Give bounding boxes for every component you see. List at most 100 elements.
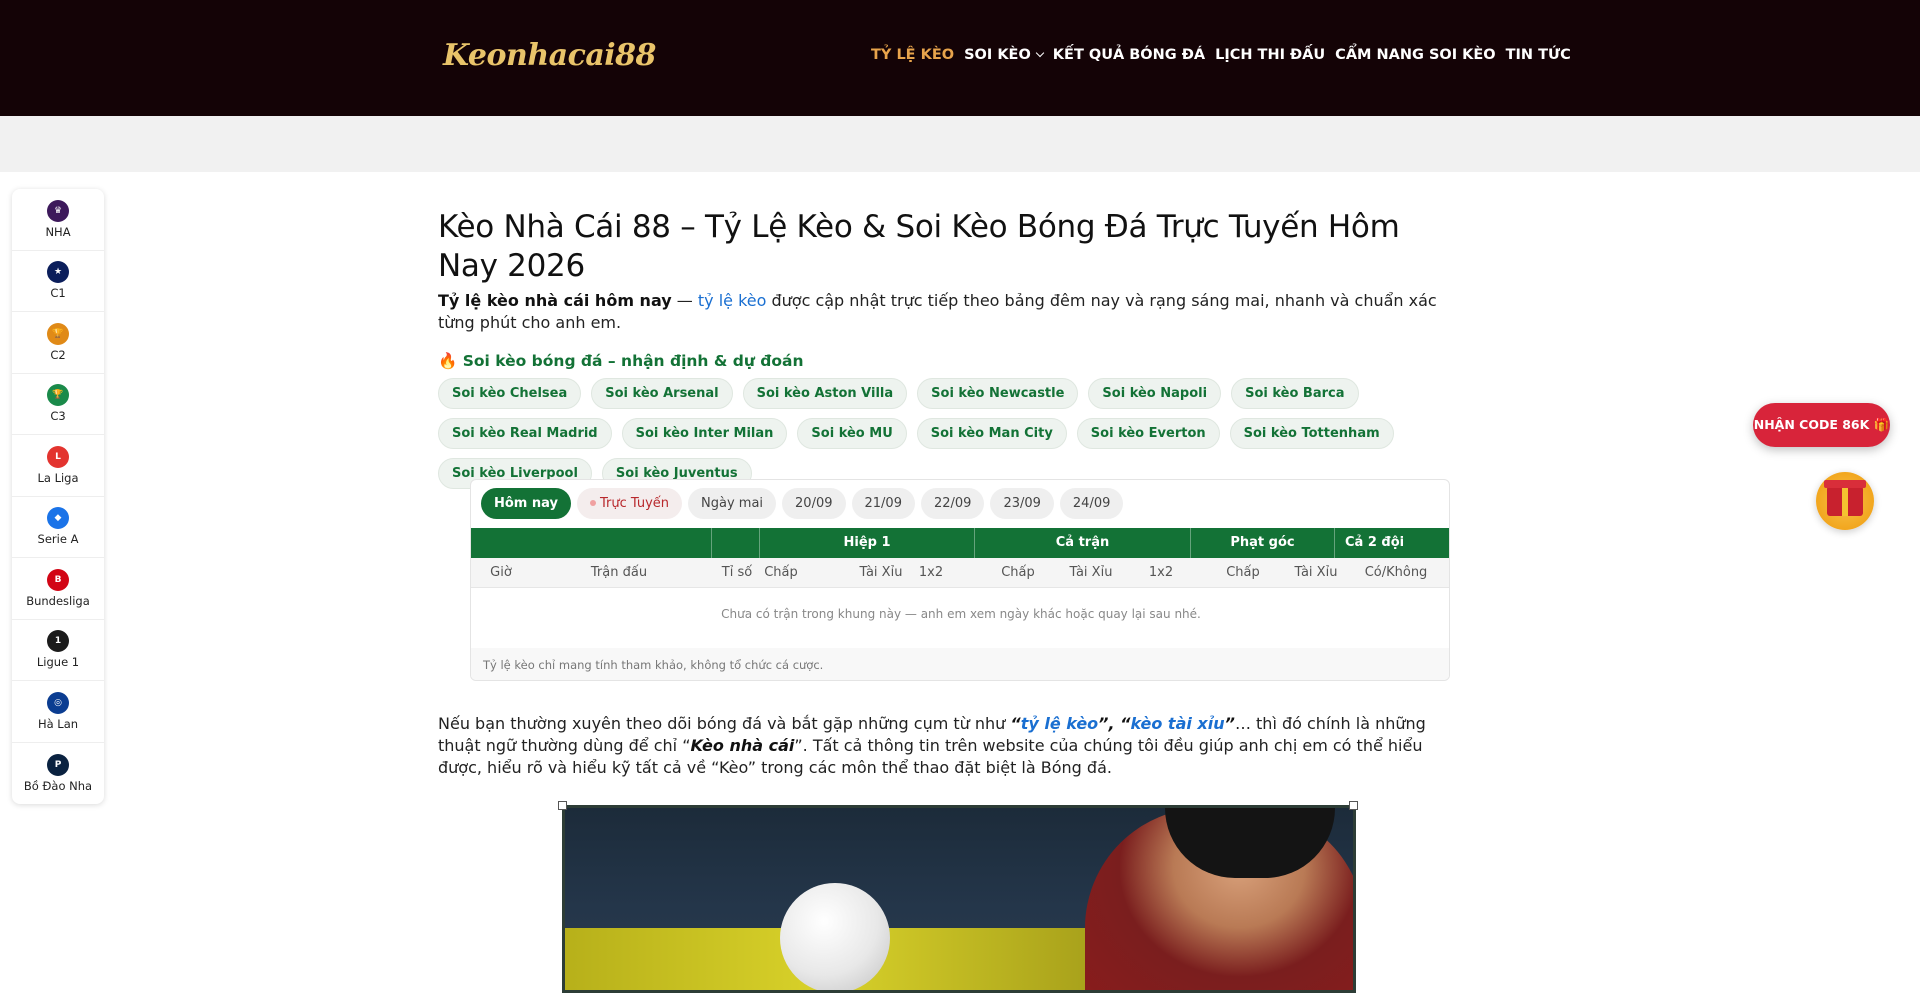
date-tab[interactable]: 22/09 [920,488,985,519]
column-header: Chấp [1001,565,1035,580]
team-chip[interactable]: Soi kèo Man City [916,418,1067,449]
group-hiep1: Hiệp 1 [759,528,974,558]
nav-ket-qua[interactable]: KẾT QUẢ BÓNG ĐÁ [1053,47,1205,63]
sidebar-league-item[interactable]: ◎ Hà Lan [12,681,104,743]
quote-mark: “ [1010,714,1021,733]
liga-portugal-icon: P [47,753,69,776]
nav-soi-keo[interactable]: SOI KÈO [964,47,1045,63]
sidebar-item-label: Bundesliga [26,593,90,608]
sidebar-item-label: Hà Lan [37,716,79,731]
intro-dash: — [671,291,698,310]
ad-band [0,116,1920,172]
date-tab[interactable]: 21/09 [851,488,915,519]
team-chip[interactable]: Soi kèo Inter Milan [621,418,788,449]
ty-le-keo-link[interactable]: tỷ lệ kèo [698,291,767,310]
ty-le-keo-article-link[interactable]: tỷ lệ kèo [1021,714,1098,733]
date-tab[interactable]: 24/09 [1059,488,1124,519]
term-keo-nha-cai: Kèo nhà cái [690,736,795,755]
promo-code-button[interactable]: NHẬN CODE 86K 🎁 [1753,403,1890,447]
sidebar-league-item[interactable]: P Bồ Đào Nha [12,743,104,805]
team-chip[interactable]: Soi kèo Napoli [1088,378,1222,409]
column-header: Tài Xỉu [1069,565,1113,580]
quote-mark: ” [1224,714,1235,733]
team-chip[interactable]: Soi kèo Barca [1231,378,1359,409]
chevron-down-icon [1035,48,1045,58]
nav-label: SOI KÈO [964,47,1031,63]
nav-tin-tuc[interactable]: TIN TỨC [1506,47,1571,63]
group-ca-tran: Cả trận [974,528,1190,558]
team-chip[interactable]: Soi kèo Everton [1076,418,1220,449]
team-chip[interactable]: Soi kèo Real Madrid [438,418,612,449]
sidebar-league-item[interactable]: 🏆 C2 [12,312,104,374]
nav-lich-thi-dau[interactable]: LỊCH THI ĐẤU [1215,47,1325,63]
date-tab[interactable]: 20/09 [782,488,846,519]
nav-cam-nang[interactable]: CẨM NANG SOI KÈO [1335,47,1495,63]
sidebar-league-item[interactable]: 🏆 C3 [12,374,104,435]
date-tab-label: 23/09 [1003,496,1041,511]
intro-text: Tỷ lệ kèo nhà cái hôm nay — tỷ lệ kèo đư… [438,290,1454,334]
sidebar-item-label: C1 [50,286,66,301]
sidebar-item-label: La Liga [37,470,79,485]
nav-label: KẾT QUẢ BÓNG ĐÁ [1052,47,1206,63]
nav-label: CẨM NANG SOI KÈO [1335,47,1496,63]
date-tab-label: Trực Tuyến [599,496,670,511]
table-group-header: Hiệp 1 Cả trận Phạt góc Cả 2 đội [471,528,1449,558]
main-nav: TỶ LỆ KÈO SOI KÈO KẾT QUẢ BÓNG ĐÁ LỊCH T… [871,47,1571,63]
gift-icon[interactable] [1816,472,1874,530]
sidebar-league-item[interactable]: ★ C1 [12,251,104,312]
sidebar-league-item[interactable]: B Bundesliga [12,558,104,620]
sidebar-league-item[interactable]: ♛ NHA [12,189,104,251]
intro-bold: Tỷ lệ kèo nhà cái hôm nay [438,291,672,310]
quote-mark: ”, “ [1098,714,1131,733]
sidebar-item-label: C3 [50,409,66,424]
team-chip[interactable]: Soi kèo Aston Villa [742,378,908,409]
team-chip[interactable]: Soi kèo Chelsea [438,378,582,409]
sidebar-league-item[interactable]: 1 Ligue 1 [12,620,104,681]
team-chip-list: Soi kèo Chelsea Soi kèo Arsenal Soi kèo As… [438,378,1448,489]
site-logo[interactable]: Keonhacai88 [443,38,656,73]
date-tab[interactable]: Trực Tuyến [576,488,683,519]
odds-table-widget: Hôm nay Trực Tuyến Ngày mai 20/09 21/09 22/09… [470,479,1450,681]
football-image [780,883,890,990]
europa-league-icon: 🏆 [47,322,69,345]
sidebar-item-label: C2 [50,347,66,362]
resize-handle[interactable] [558,801,567,810]
date-tab[interactable]: Ngày mai [688,488,777,519]
eredivisie-icon: ◎ [47,691,69,714]
column-header: Chấp [764,565,798,580]
column-header: 1x2 [918,565,944,580]
date-tab-label: 21/09 [864,496,902,511]
nav-ty-le-keo[interactable]: TỶ LỆ KÈO [871,47,954,63]
main-content: Kèo Nhà Cái 88 – Tỷ Lệ Kèo & Soi Kèo Bón… [438,208,1454,489]
column-header: Có/Không [1364,565,1428,580]
bundesliga-icon: B [47,568,69,591]
date-tab-label: Hôm nay [494,496,558,511]
resize-handle[interactable] [1349,801,1358,810]
para-text: Nếu bạn thường xuyên theo dõi bóng đá và… [438,714,1011,733]
league-sidebar: ♛ NHA ★ C1 🏆 C2 🏆 C3 L La Liga ◆ Serie A B Bundesliga… [12,189,104,804]
sidebar-league-item[interactable]: ◆ Serie A [12,497,104,558]
ligue1-icon: 1 [47,630,69,653]
date-tab-label: Ngày mai [701,496,764,511]
article-hero-image [562,805,1356,993]
team-chip[interactable]: Soi kèo MU [797,418,907,449]
article-paragraph: Nếu bạn thường xuyên theo dõi bóng đá và… [438,713,1458,779]
sidebar-item-label: NHA [45,224,71,239]
date-tabs: Hôm nay Trực Tuyến Ngày mai 20/09 21/09 22/09… [471,480,1449,527]
keo-tai-xiu-link[interactable]: kèo tài xỉu [1130,714,1224,733]
empty-state-message: Chưa có trận trong khung này — anh em xe… [721,607,1201,621]
serie-a-icon: ◆ [47,507,69,530]
sidebar-item-label: Bồ Đào Nha [23,778,93,793]
premier-league-icon: ♛ [47,199,69,222]
date-tab[interactable]: Hôm nay [481,488,571,519]
team-chip[interactable]: Soi kèo Newcastle [917,378,1079,409]
sidebar-league-item[interactable]: L La Liga [12,435,104,497]
table-column-header: Giờ Trận đấu Tỉ số Chấp Tài Xỉu 1x2 Chấp Tài Xỉ… [471,558,1449,588]
date-tab[interactable]: 23/09 [990,488,1054,519]
disclaimer-note: Tỷ lệ kèo chỉ mang tính tham khảo, không… [471,648,1449,680]
champions-league-icon: ★ [47,261,69,284]
date-tab-label: 22/09 [933,496,972,511]
sidebar-item-label: Serie A [37,532,79,547]
team-chip[interactable]: Soi kèo Arsenal [591,378,733,409]
team-chip[interactable]: Soi kèo Tottenham [1229,418,1394,449]
